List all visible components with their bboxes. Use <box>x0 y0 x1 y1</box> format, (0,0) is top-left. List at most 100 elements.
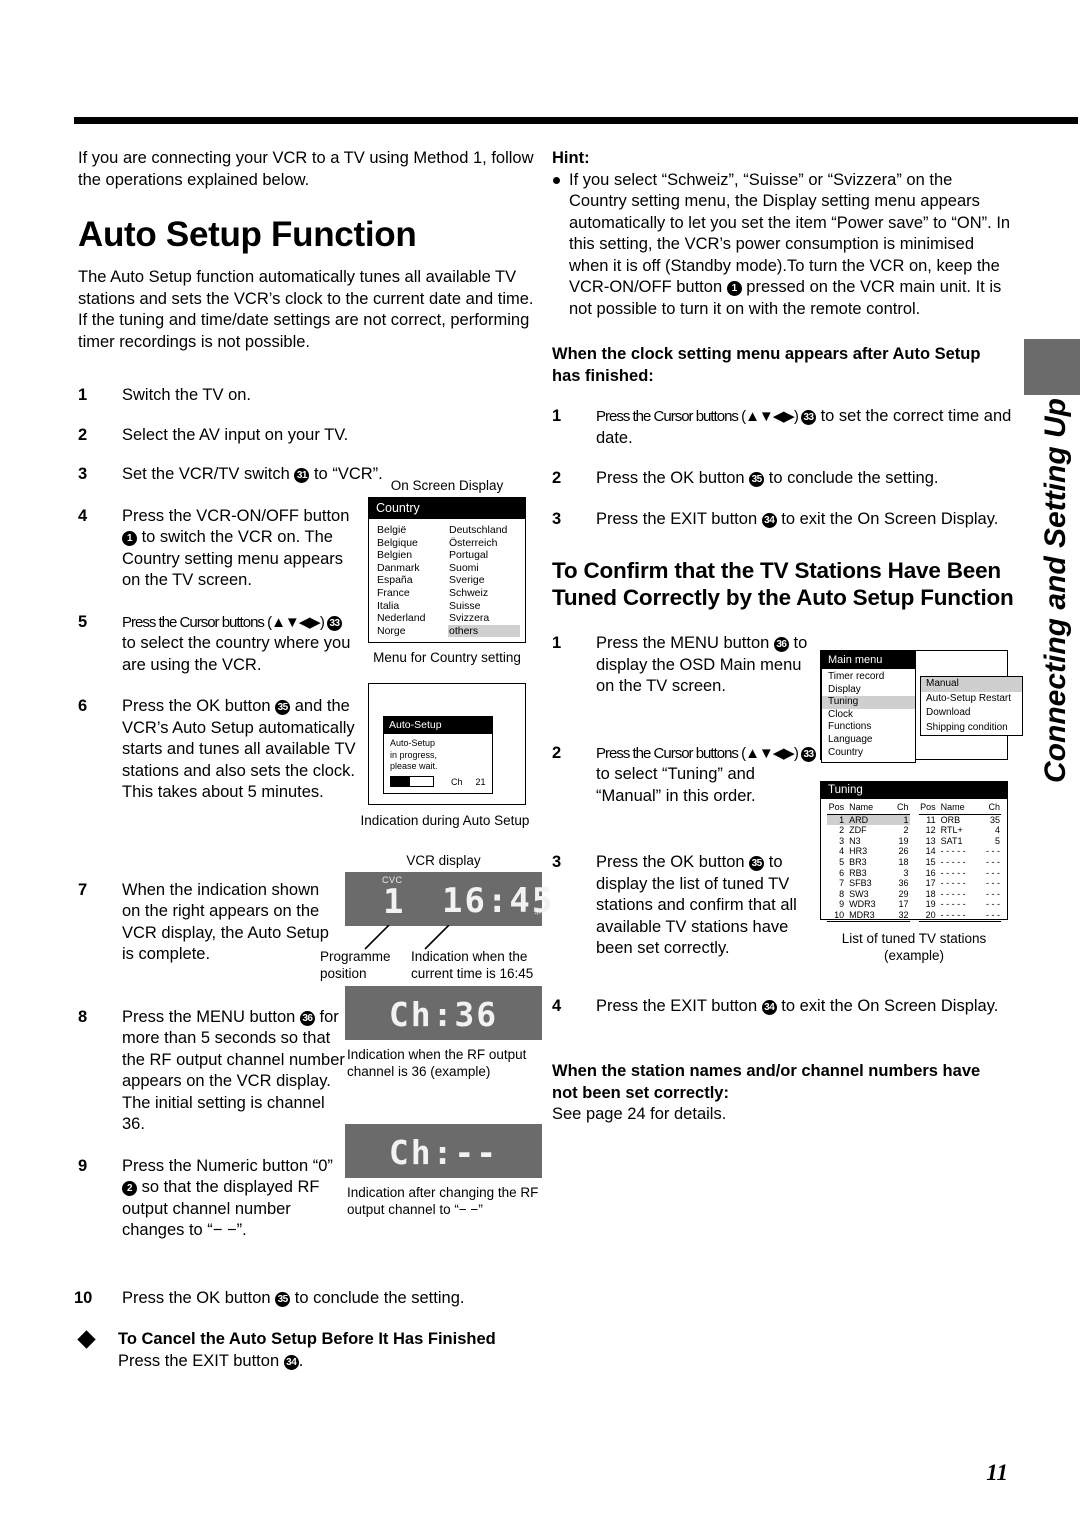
button-badge-33: 33 <box>327 615 342 631</box>
step-text-post: to switch the VCR on. The Country settin… <box>122 528 344 589</box>
main-menu-title: Main menu <box>822 652 915 669</box>
table-row[interactable]: 1 ARD 1 <box>827 814 910 826</box>
table-row[interactable]: 7 SFB3 36 <box>827 878 910 889</box>
country-item[interactable]: Norge <box>376 625 448 638</box>
programme-position-digit: 1 <box>383 882 406 922</box>
main-menu-item[interactable]: Display <box>822 684 915 697</box>
table-row[interactable]: 6 RB3 3 <box>827 868 910 879</box>
button-badge-36: 36 <box>299 1010 315 1026</box>
country-item[interactable]: Svizzera <box>448 612 520 625</box>
country-item[interactable]: Italia <box>376 600 448 613</box>
country-item[interactable]: België <box>376 524 448 537</box>
main-menu-item-selected[interactable]: Tuning <box>822 696 915 709</box>
table-row[interactable]: 2 ZDF 2 <box>827 825 910 836</box>
autosetup-osd: Auto-Setup Auto-Setup in progress, pleas… <box>383 716 493 794</box>
manual-page: Connecting and Setting Up If you are con… <box>0 0 1080 1526</box>
country-item[interactable]: Nederland <box>376 612 448 625</box>
step-text-post: to exit the On Screen Display. <box>776 996 999 1015</box>
cell-ch: 2 <box>903 825 909 836</box>
cell-ch: - - - <box>986 888 1000 899</box>
main-menu-item[interactable]: Country <box>822 747 915 760</box>
cell-name: SAT1 <box>940 835 963 846</box>
main-menu-item[interactable]: Language <box>822 734 915 747</box>
clock-step-2: 2 Press the OK button 35 to conclude the… <box>552 468 1014 490</box>
submenu-item-selected[interactable]: Manual <box>921 677 1022 692</box>
button-badge-34: 34 <box>761 512 777 528</box>
country-item[interactable]: Danmark <box>376 562 448 575</box>
autosetup-line-1: Auto-Setup <box>390 738 436 748</box>
table-row[interactable]: 18 - - - - - - - - <box>919 889 1002 900</box>
main-menu-item[interactable]: Functions <box>822 721 915 734</box>
cell-name: WDR3 <box>849 899 876 910</box>
cell-name: ARD <box>845 814 885 826</box>
page-title: Auto Setup Function <box>78 215 417 254</box>
submenu-item[interactable]: Auto-Setup Restart <box>921 692 1022 707</box>
table-row[interactable]: 10 MDR3 32 <box>827 909 910 922</box>
submenu-item[interactable]: Shipping condition <box>921 721 1022 736</box>
table-row[interactable]: 8 SW3 29 <box>827 889 910 900</box>
table-row[interactable]: 20 - - - - - - - - <box>918 909 1001 922</box>
country-item[interactable]: Deutschland <box>448 524 520 537</box>
osd-caption: On Screen Display <box>390 478 504 493</box>
step-text-pre: Press the Numeric button “0” <box>122 1156 333 1175</box>
tuning-osd-title: Tuning <box>821 782 1007 799</box>
country-item[interactable]: Österreich <box>448 537 520 550</box>
cell-pos: 13 <box>925 835 936 846</box>
country-item[interactable]: Portugal <box>448 549 520 562</box>
country-item[interactable]: Belgien <box>376 549 448 562</box>
table-row[interactable]: 14 - - - - - - - - <box>919 846 1002 857</box>
cell-ch: 26 <box>898 846 909 857</box>
country-item[interactable]: Schweiz <box>448 587 520 600</box>
table-row[interactable]: 4 HR3 26 <box>827 846 910 857</box>
country-menu-caption: Menu for Country setting <box>373 650 521 666</box>
step-number: 7 <box>78 880 88 899</box>
step-text-post: to select “Tuning” and “Manual” in this … <box>596 765 756 805</box>
main-menu-item[interactable]: Clock <box>822 709 915 722</box>
main-menu-item[interactable]: Timer record <box>822 671 915 684</box>
cell-pos: 20 <box>918 909 937 922</box>
country-item[interactable]: France <box>376 587 448 600</box>
step-number: 9 <box>78 1156 88 1175</box>
country-item[interactable]: España <box>376 574 448 587</box>
step-text-post: to conclude the setting. <box>290 1288 465 1307</box>
country-item[interactable]: Sverige <box>448 574 520 587</box>
country-item[interactable]: Suisse <box>448 600 520 613</box>
vcr-leader-left-caption: Programme position <box>320 949 391 981</box>
cell-pos: 1 <box>827 814 846 826</box>
intro-paragraph: If you are connecting your VCR to a TV u… <box>78 149 534 189</box>
table-row[interactable]: 16 - - - - - - - - <box>919 868 1002 879</box>
country-item[interactable]: Belgique <box>376 537 448 550</box>
button-badge-34: 34 <box>283 1354 299 1370</box>
cell-name: - - - - - <box>940 888 966 899</box>
tuning-caption: List of tuned TV stations (example) <box>841 931 987 963</box>
table-row[interactable]: 11 ORB 35 <box>919 814 1002 825</box>
table-row[interactable]: 19 - - - - - - - - <box>919 899 1002 910</box>
cell-ch: - - - <box>986 899 1000 910</box>
hint-bullet: If you select “Schweiz”, “Suisse” or “Sv… <box>552 170 1014 321</box>
cell-name: ZDF <box>849 825 867 836</box>
cell-name: RTL+ <box>940 825 963 836</box>
country-item[interactable]: Suomi <box>448 562 520 575</box>
table-row[interactable]: 5 BR3 18 <box>827 857 910 868</box>
cell-ch: 32 <box>884 909 910 922</box>
cell-ch: - - - <box>986 878 1000 889</box>
country-item-selected[interactable]: others <box>448 624 520 638</box>
tuning-table-left: Pos Name Ch 1 ARD 1 2 ZDF 2 3 N3 19 4 HR… <box>827 802 910 922</box>
button-badge-35: 35 <box>275 1291 291 1307</box>
button-badge-33: 33 <box>801 410 816 425</box>
table-row[interactable]: 13 SAT1 5 <box>919 836 1002 847</box>
cell-name: - - - - - <box>940 899 966 910</box>
cancel-pre: Press the EXIT button <box>118 1351 284 1370</box>
step-7: 7 When the indication shown on the right… <box>78 880 330 966</box>
step-number: 3 <box>78 465 88 483</box>
submenu-item[interactable]: Download <box>921 706 1022 721</box>
vcr-display-ch-dashes: Ch:-- <box>345 1124 542 1178</box>
table-row[interactable]: 15 - - - - - - - - <box>919 857 1002 868</box>
col-header-name: Name <box>936 802 977 815</box>
autosetup-ch-value: 21 <box>475 776 486 787</box>
table-row[interactable]: 17 - - - - - - - - <box>919 878 1002 889</box>
table-row[interactable]: 3 N3 19 <box>827 836 910 847</box>
table-row[interactable]: 9 WDR3 17 <box>827 899 910 910</box>
cell-pos: 14 <box>925 846 936 857</box>
table-row[interactable]: 12 RTL+ 4 <box>919 825 1002 836</box>
